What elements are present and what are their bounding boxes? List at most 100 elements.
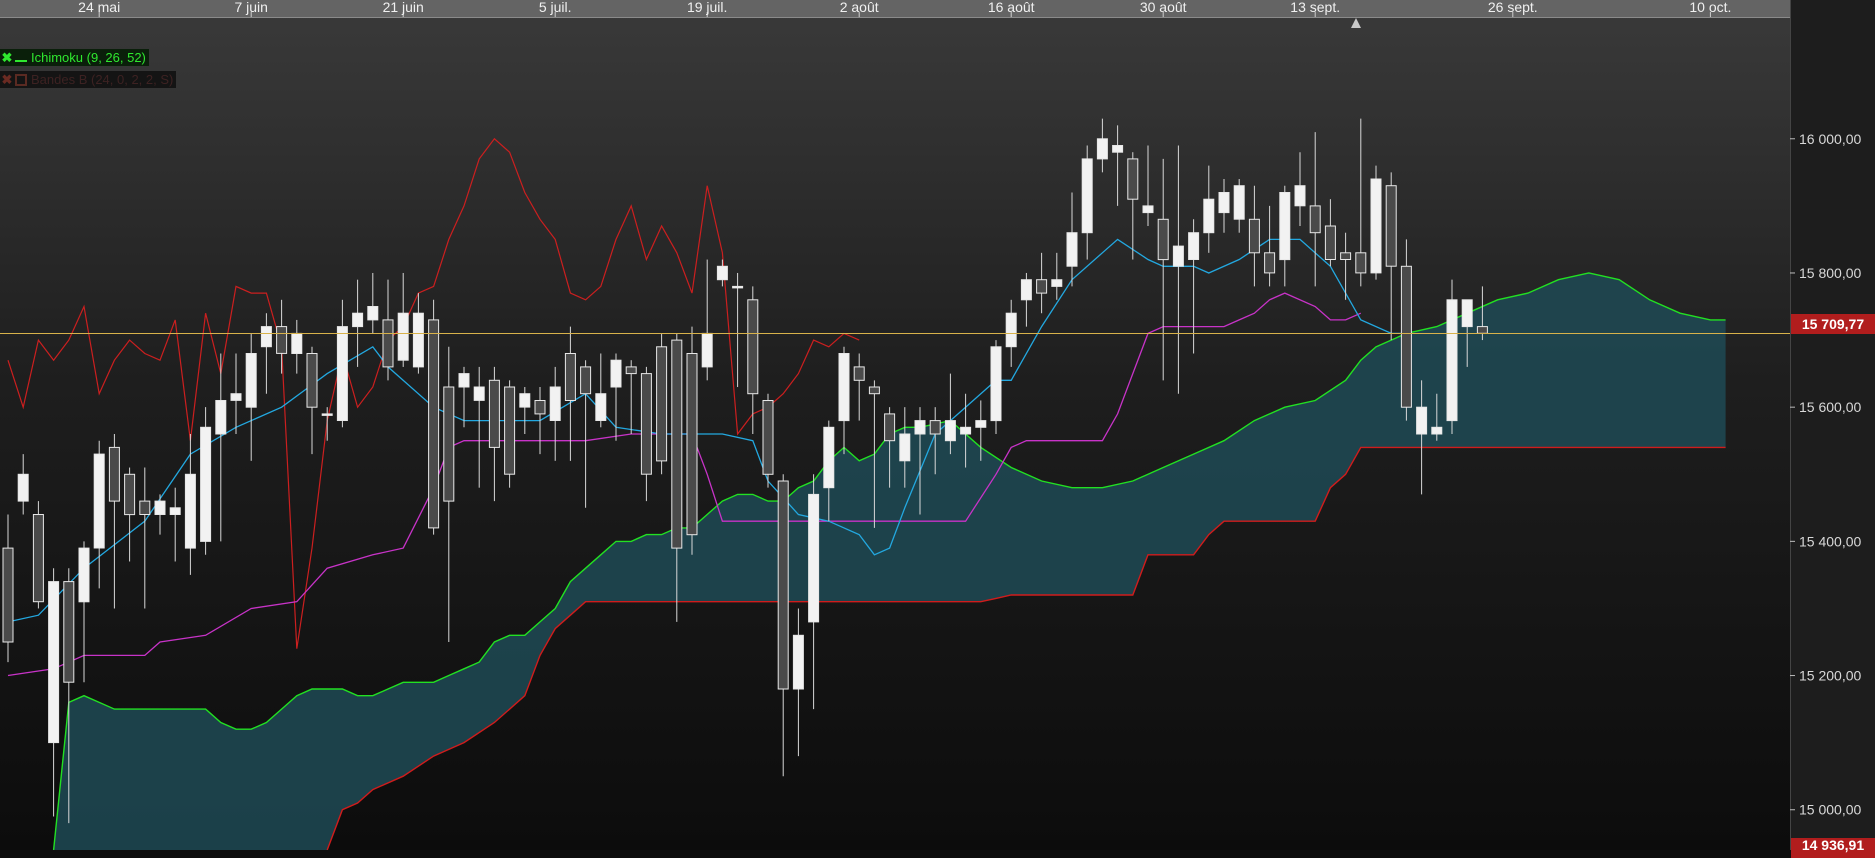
candle-body xyxy=(412,312,424,368)
y-axis-ticks: 15 000,00 15 200,00 15 400,00 15 600,00 15 8… xyxy=(1790,131,1861,818)
candle-body xyxy=(458,373,470,388)
candle-body xyxy=(792,634,804,690)
scroll-marker-icon[interactable] xyxy=(1351,18,1361,28)
visibility-toggle-icon[interactable] xyxy=(15,73,27,86)
legend-ichimoku[interactable]: ✖ Ichimoku (9, 26, 52) xyxy=(0,49,149,66)
candle-body xyxy=(838,353,850,422)
candle-body xyxy=(580,366,592,395)
candle-body xyxy=(1081,158,1093,234)
candle-body xyxy=(1066,232,1078,267)
candle-body xyxy=(1127,158,1139,200)
x-tick-label: 26 sept. xyxy=(1488,0,1538,15)
candle-body xyxy=(732,285,744,289)
candle-body xyxy=(868,386,880,395)
candle-body xyxy=(716,265,728,281)
candle-body xyxy=(1020,279,1032,301)
x-axis-ticks: 24 mai 7 juin 21 juin 5 juil. 19 juil. 2 août… xyxy=(78,0,1731,17)
candle-body xyxy=(276,326,288,354)
candle-body xyxy=(1385,185,1397,267)
candle-body xyxy=(473,386,485,401)
candle-body xyxy=(32,514,44,603)
legend-label-ichimoku: Ichimoku (9, 26, 52) xyxy=(31,50,146,65)
candle-body xyxy=(1355,252,1367,274)
candle-body xyxy=(215,400,227,435)
close-icon[interactable]: ✖ xyxy=(0,50,14,66)
candle-body xyxy=(321,413,333,416)
candle-body xyxy=(1051,279,1063,287)
candle-body xyxy=(169,507,181,515)
candle-body xyxy=(352,312,364,328)
candle-body xyxy=(397,312,409,361)
candle-body xyxy=(1461,299,1473,328)
candle-body xyxy=(443,386,455,502)
candle-body xyxy=(944,420,956,442)
x-tick-label: 7 juin xyxy=(234,0,267,15)
candle-body xyxy=(640,373,652,475)
candle-body xyxy=(671,339,683,549)
candle-body xyxy=(154,500,166,516)
candle-body xyxy=(336,326,348,422)
close-icon[interactable]: ✖ xyxy=(0,72,14,88)
candle-body xyxy=(656,346,668,462)
candle-body xyxy=(1400,265,1412,408)
y-tick-label: 15 600,00 xyxy=(1799,399,1861,415)
x-tick-label: 2 août xyxy=(840,0,879,15)
candle-body xyxy=(1005,312,1017,348)
current-price-badge: 15 709,77 xyxy=(1791,314,1875,334)
candle-body xyxy=(93,453,105,549)
candle-body xyxy=(504,386,516,475)
candle-body xyxy=(1218,192,1230,214)
candle-body xyxy=(17,473,29,502)
candle-body xyxy=(610,359,622,388)
candle-body xyxy=(519,393,531,408)
candle-body xyxy=(1188,232,1200,260)
x-tick-label: 16 août xyxy=(988,0,1035,15)
x-tick-label: 10 oct. xyxy=(1689,0,1731,15)
price-chart[interactable]: 24 mai 7 juin 21 juin 5 juil. 19 juil. 2 août… xyxy=(0,0,1875,850)
candle-body xyxy=(701,332,713,368)
candle-body xyxy=(1416,406,1428,435)
candle-body xyxy=(853,366,865,381)
visibility-toggle-icon[interactable] xyxy=(15,53,27,62)
candle-body xyxy=(108,446,120,502)
candle-body xyxy=(2,547,14,643)
candle-body xyxy=(1142,205,1154,214)
y-tick-label: 15 800,00 xyxy=(1799,265,1861,281)
candle-body xyxy=(139,500,151,516)
x-tick-label: 21 juin xyxy=(383,0,424,15)
legend-label-bollinger: Bandes B (24, 0, 2, 2, S) xyxy=(31,72,174,87)
candle-body xyxy=(1203,198,1215,234)
candle-body xyxy=(549,386,561,421)
candle-body xyxy=(1340,252,1352,261)
candle-body xyxy=(1112,145,1124,153)
candle-body xyxy=(124,473,136,516)
legend-bollinger[interactable]: ✖ Bandes B (24, 0, 2, 2, S) xyxy=(0,71,177,88)
cloud-area xyxy=(53,273,1726,850)
candle-body xyxy=(367,306,379,321)
candle-body xyxy=(1446,299,1458,422)
candle-body xyxy=(230,393,242,401)
candle-body xyxy=(1294,185,1306,207)
candle-body xyxy=(184,473,196,549)
y-tick-label: 15 400,00 xyxy=(1799,533,1861,549)
candle-body xyxy=(1096,138,1108,160)
candle-body xyxy=(428,319,440,529)
y-tick-label: 15 200,00 xyxy=(1799,668,1861,684)
x-tick-label: 19 juil. xyxy=(687,0,727,15)
candle-body xyxy=(762,400,774,475)
candle-body xyxy=(899,433,911,462)
candle-body xyxy=(625,366,637,375)
candle-body xyxy=(595,393,607,422)
y-tick-label: 16 000,00 xyxy=(1799,131,1861,147)
candle-body xyxy=(1172,245,1184,267)
candle-body xyxy=(1476,326,1488,334)
candle-body xyxy=(823,426,835,489)
candle-body xyxy=(1233,185,1245,220)
candle-body xyxy=(534,400,546,415)
x-tick-label: 30 août xyxy=(1140,0,1187,15)
candle-body xyxy=(1309,205,1321,234)
candle-body xyxy=(245,353,257,408)
candle-body xyxy=(260,326,272,348)
y-tick-label: 15 000,00 xyxy=(1799,802,1861,818)
candle-body xyxy=(382,319,394,368)
